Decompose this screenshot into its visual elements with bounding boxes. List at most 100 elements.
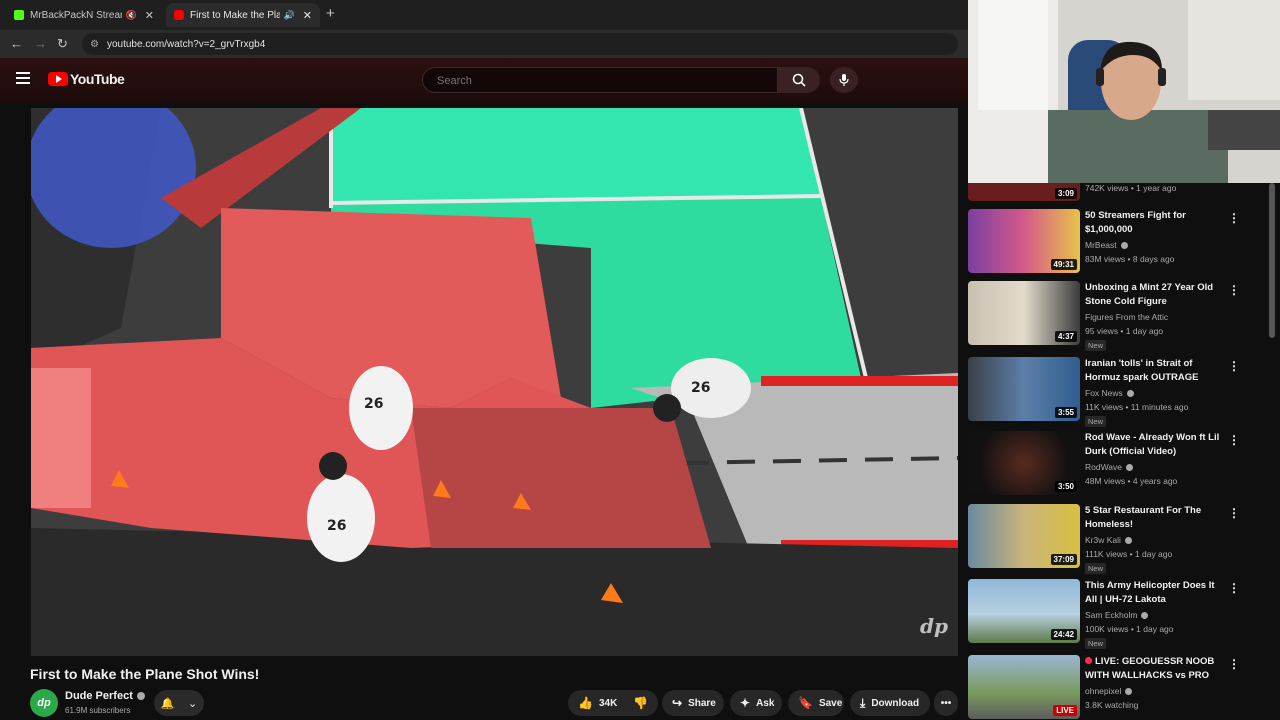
browser-tab-youtube[interactable]: First to Make the Plane Sho 🔊 ✕ <box>166 3 320 27</box>
more-icon[interactable]: ⋮ <box>1228 359 1240 373</box>
more-icon[interactable]: ⋮ <box>1228 657 1240 671</box>
video-title: LIVE: GEOGUESSR NOOB WITH WALLHACKS vs P… <box>1085 656 1215 681</box>
channel-name: MrBeast <box>1085 240 1128 250</box>
share-label: Share <box>688 697 716 709</box>
bell-icon: 🔔 <box>160 697 175 710</box>
recommendation-item[interactable]: 24:42 This Army Helicopter Does It All |… <box>968 579 1268 651</box>
browser-tab-stream[interactable]: MrBackPackN Stream - Wa 🔇 ✕ <box>6 3 162 27</box>
like-count[interactable]: 34K <box>599 698 617 709</box>
recommendation-item[interactable]: LIVE LIVE: GEOGUESSR NOOB WITH WALLHACKS… <box>968 655 1268 720</box>
site-info-icon[interactable]: ⚙ <box>90 39 99 50</box>
muted-icon[interactable]: 🔇 <box>126 10 137 21</box>
more-icon[interactable]: ⋮ <box>1228 433 1240 447</box>
video-title: Iranian 'tolls' in Strait of Hormuz spar… <box>1085 358 1199 383</box>
kick-icon <box>14 10 24 20</box>
sidebar-scrollbar[interactable] <box>1269 183 1275 338</box>
save-button[interactable]: 🔖 Save <box>788 690 844 716</box>
channel-name: Fox News <box>1085 388 1134 398</box>
browser-tab-strip: MrBackPackN Stream - Wa 🔇 ✕ First to Mak… <box>0 0 968 30</box>
thumbnail: 3:50 <box>968 431 1080 495</box>
audio-icon[interactable]: 🔊 <box>284 10 295 21</box>
video-player[interactable]: 26 26 26 dp <box>31 108 958 656</box>
thumbnail: 49:31 <box>968 209 1080 273</box>
download-button[interactable]: ⤓ Download <box>850 690 930 716</box>
video-title: 5 Star Restaurant For The Homeless! <box>1085 505 1202 530</box>
verified-icon <box>1120 241 1128 249</box>
video-title: First to Make the Plane Shot Wins! <box>30 666 260 682</box>
tab-title: MrBackPackN Stream - Wa <box>30 9 122 21</box>
verified-icon <box>136 692 145 700</box>
video-meta: 111K views • 1 day ago <box>1085 549 1173 559</box>
voice-search-button[interactable] <box>830 67 858 93</box>
recommendation-item[interactable]: 3:50 Rod Wave - Already Won ft Lil Durk … <box>968 431 1268 503</box>
url-text: youtube.com/watch?v=2_grvTrxgb4 <box>106 38 266 50</box>
more-icon[interactable]: ⋮ <box>1228 506 1240 520</box>
thumbnail: 4:37 <box>968 281 1080 345</box>
svg-text:26: 26 <box>327 518 346 534</box>
search-button[interactable] <box>778 67 820 93</box>
channel-name: ohnepixel <box>1085 686 1133 696</box>
share-button[interactable]: ↪ Share <box>662 690 724 716</box>
video-meta: 83M views • 8 days ago <box>1085 254 1175 264</box>
channel-name: Sam Eckholm <box>1085 610 1149 620</box>
video-meta: 48M views • 4 years ago <box>1085 476 1178 486</box>
close-tab-icon[interactable]: ✕ <box>145 9 154 22</box>
channel-name: Figures From the Attic <box>1085 312 1169 322</box>
reload-icon[interactable]: ↻ <box>57 36 68 52</box>
more-icon[interactable]: ⋮ <box>1228 211 1240 225</box>
menu-icon[interactable] <box>16 72 30 87</box>
search-input[interactable] <box>435 74 739 88</box>
duration-badge: 3:55 <box>1054 407 1077 418</box>
duration-badge: 37:09 <box>1050 554 1077 565</box>
logo-text: YouTube <box>70 71 125 87</box>
duration-badge: 24:42 <box>1050 629 1077 640</box>
channel-name: RodWave <box>1085 462 1134 472</box>
save-label: Save <box>818 697 843 709</box>
more-actions-button[interactable]: ••• <box>934 690 958 716</box>
youtube-header: YouTube <box>0 58 968 104</box>
new-badge: New <box>1085 638 1107 649</box>
channel-avatar[interactable]: dp <box>30 689 58 717</box>
thumbnail: 3:55 <box>968 357 1080 421</box>
duration-badge: 3:50 <box>1054 481 1077 492</box>
new-badge: New <box>1085 563 1107 574</box>
like-icon[interactable]: 👍 <box>578 696 593 710</box>
dislike-icon[interactable]: 👎 <box>633 696 648 710</box>
notification-bell-button[interactable]: 🔔 ⌄ <box>154 690 204 716</box>
address-bar-row: ← → ↻ ⚙ youtube.com/watch?v=2_grvTrxgb4 <box>0 30 968 58</box>
close-tab-icon[interactable]: ✕ <box>303 9 312 22</box>
more-icon[interactable]: ⋮ <box>1228 581 1240 595</box>
svg-text:26: 26 <box>364 396 383 412</box>
youtube-logo[interactable]: YouTube <box>48 71 125 87</box>
back-icon[interactable]: ← <box>10 36 23 51</box>
download-icon: ⤓ <box>860 695 866 710</box>
more-icon[interactable]: ⋮ <box>1228 283 1240 297</box>
recommendation-item[interactable]: 4:37 Unboxing a Mint 27 Year Old Stone C… <box>968 281 1268 353</box>
youtube-play-icon <box>48 72 68 86</box>
forward-icon[interactable]: → <box>34 36 47 51</box>
video-title: Unboxing a Mint 27 Year Old Stone Cold F… <box>1085 282 1214 307</box>
url-field[interactable]: ⚙ youtube.com/watch?v=2_grvTrxgb4 <box>82 33 958 55</box>
channel-name[interactable]: Dude Perfect <box>65 690 145 702</box>
search-box[interactable] <box>422 67 778 93</box>
webcam-image <box>968 0 1280 183</box>
ask-button[interactable]: ✦ Ask <box>730 690 782 716</box>
duration-badge: 3:09 <box>1054 188 1077 199</box>
live-dot-icon <box>1085 657 1092 664</box>
tab-title: First to Make the Plane Sho <box>190 9 280 21</box>
video-meta: 95 views • 1 day ago <box>1085 326 1164 336</box>
recommendation-item[interactable]: 3:55 Iranian 'tolls' in Strait of Hormuz… <box>968 357 1268 429</box>
bookmark-icon: 🔖 <box>798 696 813 710</box>
verified-icon <box>1141 611 1149 619</box>
recommendation-partial[interactable]: 3:09 742K views • 1 year ago <box>968 183 1280 201</box>
duration-badge: 49:31 <box>1050 259 1077 270</box>
share-icon: ↪ <box>672 696 683 710</box>
video-frame-image: 26 26 26 <box>31 108 958 656</box>
channel-watermark[interactable]: dp <box>920 614 948 638</box>
recommendation-item[interactable]: 37:09 5 Star Restaurant For The Homeless… <box>968 504 1268 576</box>
video-title: This Army Helicopter Does It All | UH-72… <box>1085 580 1215 605</box>
recommendation-item[interactable]: 49:31 50 Streamers Fight for $1,000,000 … <box>968 209 1268 281</box>
new-tab-button[interactable]: + <box>326 5 335 22</box>
thumbnail: 24:42 <box>968 579 1080 643</box>
live-badge: LIVE <box>1053 705 1077 716</box>
